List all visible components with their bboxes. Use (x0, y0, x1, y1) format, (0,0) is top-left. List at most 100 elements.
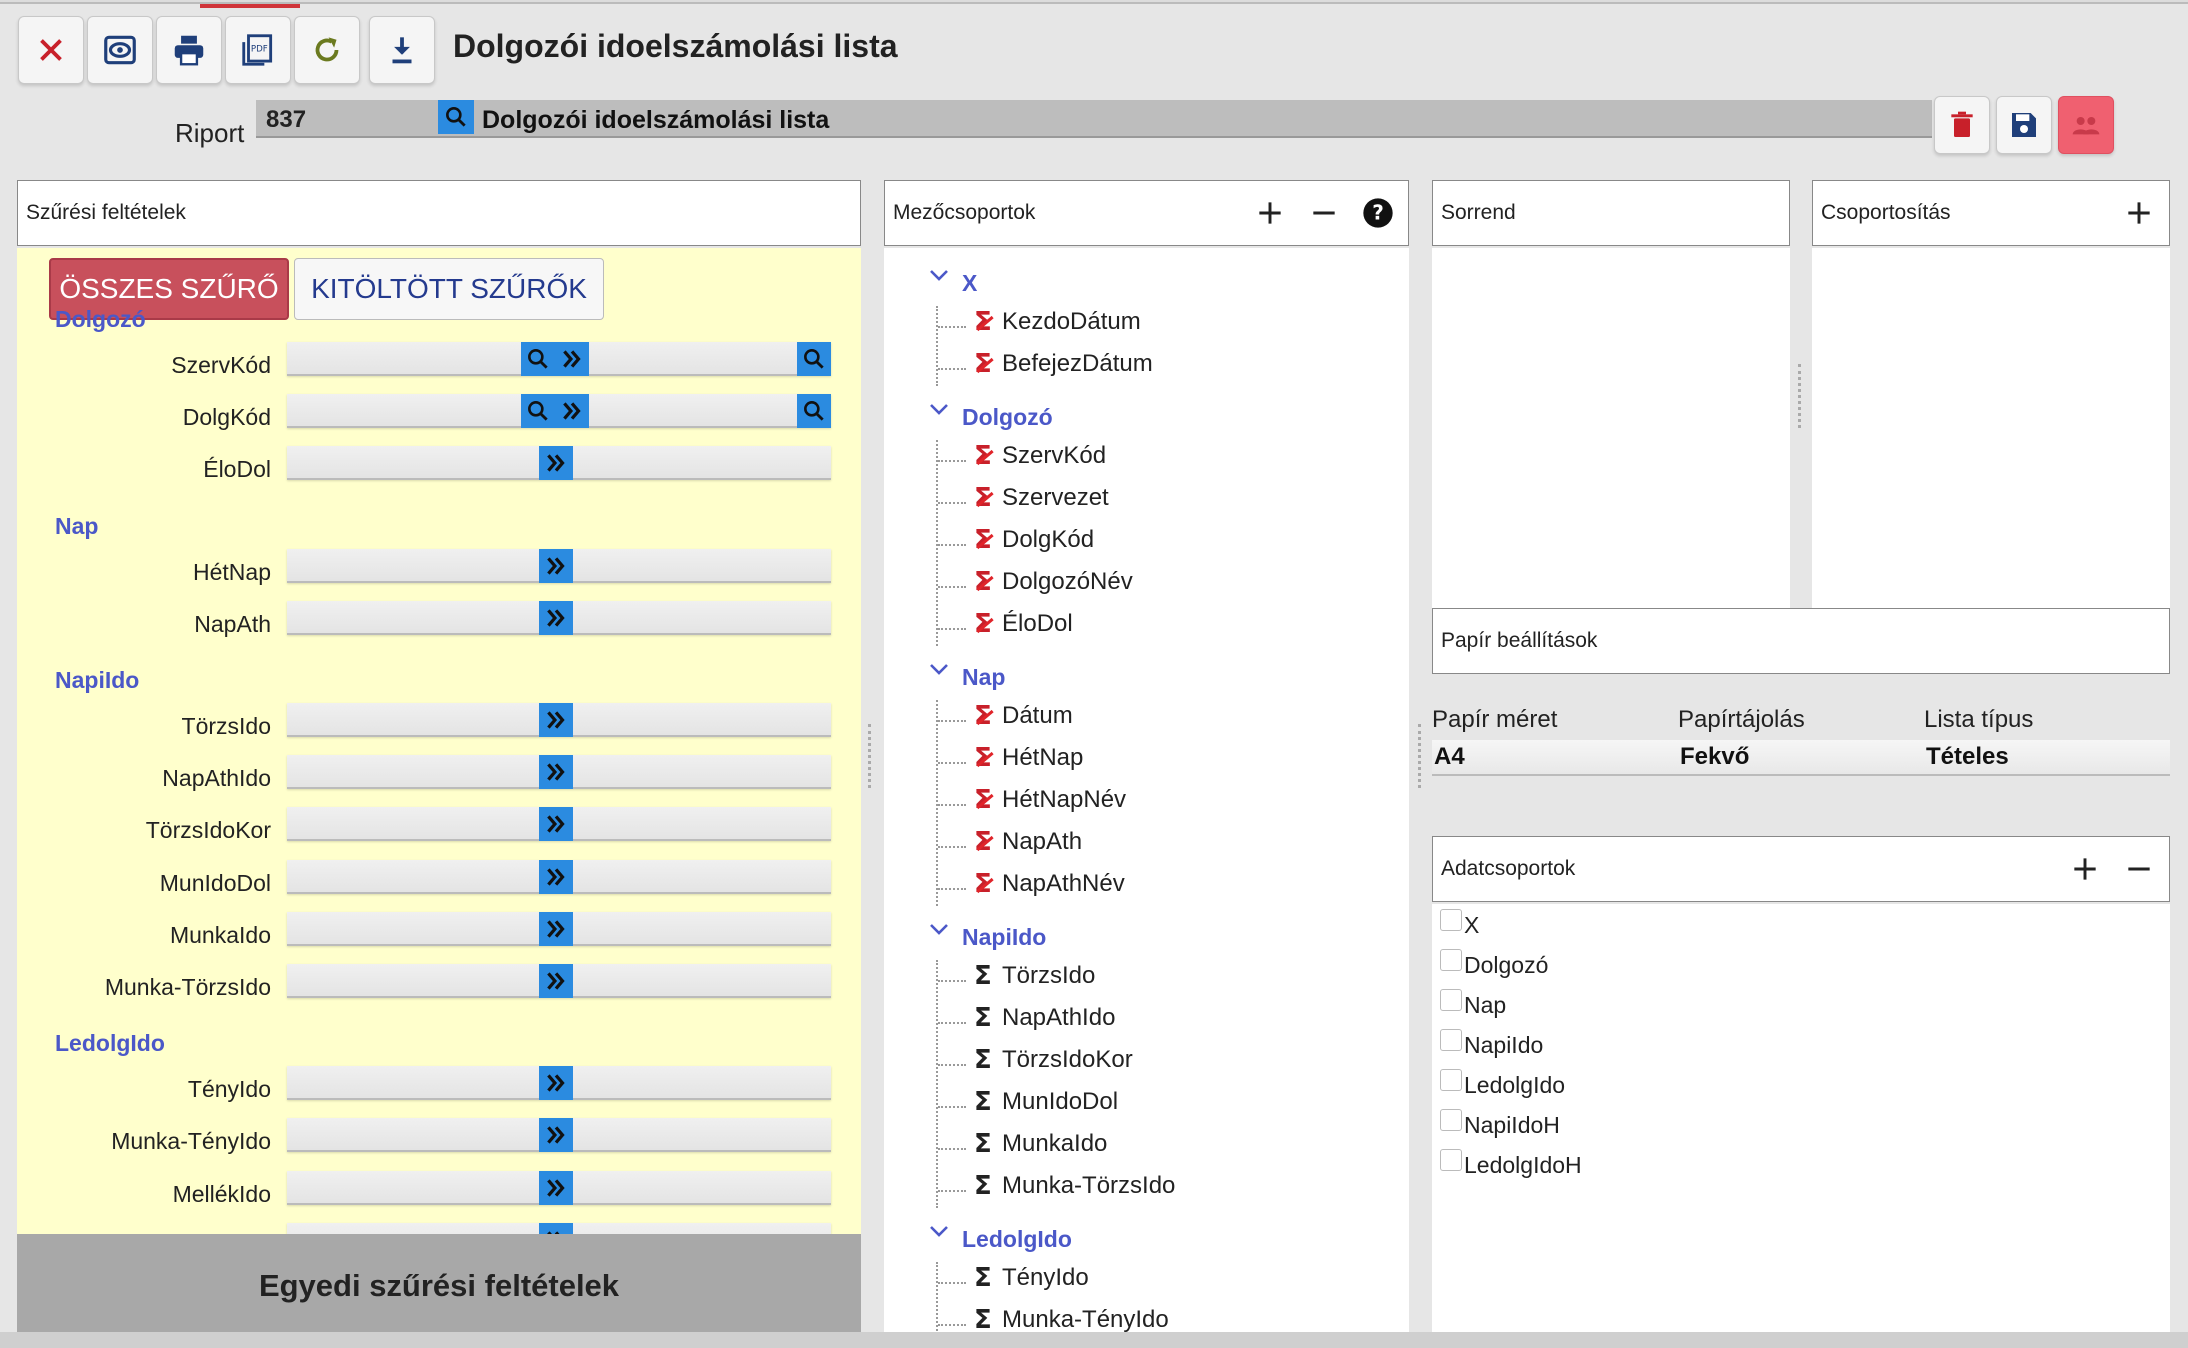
range-toggle-button[interactable] (539, 964, 573, 998)
checkbox[interactable] (1440, 988, 1462, 1011)
field-item[interactable]: Σ MunIdoDol (974, 1088, 1118, 1116)
checkbox[interactable] (1440, 1068, 1462, 1091)
range-toggle-button[interactable] (539, 859, 573, 894)
filter-range-input[interactable] (287, 703, 831, 737)
field-item[interactable]: Σ HétNapNév (974, 786, 1126, 814)
field-item[interactable]: Σ DolgozóNév (974, 568, 1133, 596)
filter-range-input[interactable] (287, 911, 831, 946)
field-item[interactable]: Σ TörzsIdo (974, 962, 1095, 990)
chevron-down-icon[interactable] (928, 922, 950, 936)
help-icon[interactable]: ? (1362, 197, 1394, 229)
filter-range-input[interactable] (287, 394, 831, 429)
filter-range-input[interactable] (287, 1222, 831, 1234)
field-item[interactable]: Σ Szervezet (974, 484, 1109, 512)
field-item[interactable]: Σ BefejezDátum (974, 350, 1153, 378)
share-button[interactable] (2058, 96, 2114, 154)
list-type-select[interactable]: Tételes (1924, 740, 2170, 776)
filter-range-input[interactable] (287, 342, 831, 376)
riport-number[interactable]: 837 (266, 106, 306, 134)
data-group-item[interactable]: NapiIdoH (1440, 1108, 1560, 1139)
filter-range-input[interactable] (287, 755, 831, 790)
search-from-button[interactable] (521, 342, 555, 376)
range-toggle-button[interactable] (539, 548, 573, 583)
field-group-label[interactable]: Nap (962, 664, 1005, 691)
add-icon[interactable] (2123, 197, 2155, 229)
data-group-item[interactable]: LedolgIdo (1440, 1068, 1565, 1099)
data-group-item[interactable]: Nap (1440, 988, 1506, 1019)
range-toggle-button[interactable] (539, 703, 573, 737)
field-group-label[interactable]: Dolgozó (962, 404, 1053, 431)
range-toggle-button[interactable] (539, 755, 573, 790)
range-toggle-button[interactable] (539, 600, 573, 635)
checkbox[interactable] (1440, 948, 1462, 971)
add-icon[interactable] (1254, 197, 1286, 229)
filter-range-input[interactable] (287, 964, 831, 998)
delete-button[interactable] (1934, 96, 1990, 154)
range-toggle-button[interactable] (539, 1222, 573, 1234)
remove-icon[interactable] (1308, 197, 1340, 229)
checkbox[interactable] (1440, 1148, 1462, 1171)
custom-filter-button[interactable]: Egyedi szűrési feltételek (17, 1234, 861, 1338)
field-item[interactable]: Σ NapAth (974, 828, 1082, 856)
field-item[interactable]: Σ Munka-TörzsIdo (974, 1172, 1175, 1200)
field-item[interactable]: Σ MunkaIdo (974, 1130, 1107, 1158)
paper-orientation-select[interactable]: Fekvő (1678, 740, 1924, 776)
field-item[interactable]: Σ TörzsIdoKor (974, 1046, 1133, 1074)
search-from-button[interactable] (521, 394, 555, 429)
filter-range-input[interactable] (287, 446, 831, 481)
splitter-grip[interactable] (868, 724, 876, 788)
field-item[interactable]: Σ HétNap (974, 744, 1083, 772)
filter-range-input[interactable] (287, 807, 831, 842)
splitter-grip[interactable] (1418, 724, 1426, 788)
field-item[interactable]: Σ SzervKód (974, 442, 1106, 470)
filter-range-input[interactable] (287, 1118, 831, 1153)
checkbox[interactable] (1440, 1028, 1462, 1051)
checkbox[interactable] (1440, 908, 1462, 931)
filter-range-input[interactable] (287, 859, 831, 894)
close-button[interactable] (18, 16, 84, 84)
grouping-panel[interactable] (1812, 248, 2170, 608)
field-item[interactable]: Σ NapAthNév (974, 870, 1125, 898)
search-to-button[interactable] (797, 394, 831, 429)
download-button[interactable] (369, 16, 435, 84)
filter-range-input[interactable] (287, 600, 831, 635)
chevron-down-icon[interactable] (928, 402, 950, 416)
range-toggle-button[interactable] (539, 1066, 573, 1101)
field-item[interactable]: Σ Munka-TényIdo (974, 1306, 1169, 1334)
field-group-label[interactable]: LedolgIdo (962, 1226, 1072, 1253)
riport-search-button[interactable] (438, 100, 474, 134)
filter-range-input[interactable] (287, 1170, 831, 1205)
field-item[interactable]: Σ TényIdo (974, 1264, 1089, 1292)
range-toggle-button[interactable] (539, 446, 573, 481)
range-toggle-button[interactable] (539, 1170, 573, 1205)
field-item[interactable]: Σ DolgKód (974, 526, 1094, 554)
data-group-item[interactable]: X (1440, 908, 1479, 939)
checkbox[interactable] (1440, 1108, 1462, 1131)
field-item[interactable]: Σ NapAthIdo (974, 1004, 1115, 1032)
refresh-button[interactable] (294, 16, 360, 84)
field-group-label[interactable]: NapiIdo (962, 924, 1046, 951)
filter-range-input[interactable] (287, 1066, 831, 1101)
paper-size-select[interactable]: A4 (1432, 740, 1678, 776)
filter-range-input[interactable] (287, 548, 831, 583)
riport-selector[interactable]: 837 Dolgozói idoelszámolási lista (256, 100, 1932, 138)
range-toggle-button[interactable] (555, 394, 589, 429)
chevron-down-icon[interactable] (928, 1224, 950, 1238)
search-to-button[interactable] (797, 342, 831, 376)
field-item[interactable]: Σ ÉloDol (974, 610, 1073, 638)
field-group-label[interactable]: X (962, 270, 977, 297)
range-toggle-button[interactable] (539, 807, 573, 842)
chevron-down-icon[interactable] (928, 662, 950, 676)
data-group-item[interactable]: LedolgIdoH (1440, 1148, 1582, 1179)
pdf-button[interactable]: PDF (225, 16, 291, 84)
remove-icon[interactable] (2123, 853, 2155, 885)
add-icon[interactable] (2069, 853, 2101, 885)
range-toggle-button[interactable] (555, 342, 589, 376)
range-toggle-button[interactable] (539, 911, 573, 946)
chevron-down-icon[interactable] (928, 268, 950, 282)
range-toggle-button[interactable] (539, 1118, 573, 1153)
field-item[interactable]: Σ Dátum (974, 702, 1073, 730)
print-button[interactable] (156, 16, 222, 84)
data-group-item[interactable]: NapiIdo (1440, 1028, 1543, 1059)
sort-panel[interactable] (1432, 248, 1790, 608)
